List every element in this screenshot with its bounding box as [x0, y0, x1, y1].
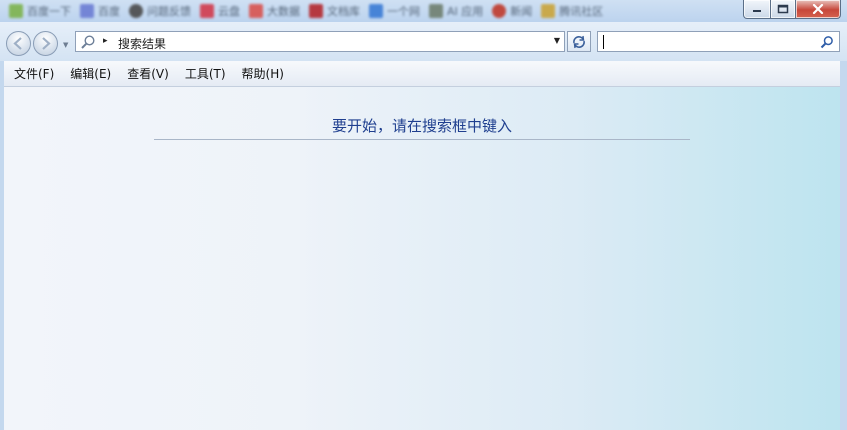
back-button[interactable]: [6, 31, 31, 56]
tab-label: 新闻: [510, 5, 533, 18]
navigation-bar: ▼ ▸ 搜索结果 ▼: [0, 22, 847, 61]
menu-view[interactable]: 查看(V): [127, 65, 169, 82]
tab-app-icon: [541, 4, 556, 18]
window-controls: [743, 0, 841, 19]
taskbar-tab[interactable]: 新闻: [492, 3, 532, 19]
search-icon[interactable]: [820, 35, 834, 52]
prompt-divider: [154, 139, 690, 140]
forward-button[interactable]: [33, 31, 58, 56]
minimize-icon: [753, 10, 761, 12]
menu-help[interactable]: 帮助(H): [242, 65, 284, 82]
text-cursor: [603, 35, 604, 49]
tab-label: 百度一下: [27, 5, 71, 18]
taskbar-tab[interactable]: 百度一下: [9, 3, 71, 19]
search-results-pane: 要开始，请在搜索框中键入: [4, 87, 840, 430]
search-icon: [80, 34, 96, 53]
menu-file[interactable]: 文件(F): [14, 65, 54, 82]
address-text[interactable]: 搜索结果: [118, 35, 166, 52]
search-input[interactable]: [597, 31, 840, 52]
chevron-down-icon[interactable]: ▼: [554, 36, 560, 45]
refresh-icon: [573, 35, 585, 48]
menu-tools[interactable]: 工具(T): [185, 65, 226, 82]
taskbar-tab[interactable]: AI 应用: [429, 3, 483, 19]
tab-label: 大数据: [267, 5, 300, 18]
back-arrow-icon: [13, 37, 22, 50]
taskbar-tab[interactable]: 一个网: [369, 3, 420, 19]
breadcrumb-separator[interactable]: ▸: [103, 36, 108, 46]
tab-app-icon: [200, 4, 214, 18]
tab-label: 一个网: [387, 5, 420, 18]
tab-app-icon: [129, 4, 143, 18]
tab-app-icon: [429, 4, 443, 18]
refresh-button[interactable]: [567, 31, 591, 52]
tab-label: 问题反馈: [147, 5, 191, 18]
taskbar-tab[interactable]: 文档库: [309, 3, 360, 19]
forward-arrow-icon: [42, 37, 51, 50]
search-prompt-text: 要开始，请在搜索框中键入: [331, 117, 512, 135]
close-button[interactable]: [796, 0, 841, 19]
window-frame-right: [840, 61, 847, 430]
address-bar[interactable]: ▸ 搜索结果 ▼: [75, 31, 565, 52]
recent-pages-dropdown-icon[interactable]: ▼: [63, 41, 68, 49]
tab-app-icon: [80, 4, 94, 18]
taskbar-tab[interactable]: 问题反馈: [129, 3, 191, 19]
tab-app-icon: [492, 4, 507, 18]
tab-app-icon: [249, 4, 263, 18]
tab-label: 云盘: [218, 5, 240, 18]
maximize-button[interactable]: [771, 0, 796, 19]
tab-label: 百度: [98, 5, 120, 18]
taskbar-tab[interactable]: 大数据: [249, 3, 300, 19]
title-bar: 百度一下 百度 问题反馈 云盘 大数据 文档库 一个网 AI 应用 新闻 腾讯社…: [0, 0, 847, 22]
menu-edit[interactable]: 编辑(E): [70, 65, 111, 82]
taskbar-tab[interactable]: 腾讯社区: [541, 3, 603, 19]
tab-label: 文档库: [327, 5, 360, 18]
maximize-icon: [777, 4, 789, 14]
tab-app-icon: [9, 4, 23, 18]
tab-label: 腾讯社区: [559, 5, 604, 18]
taskbar-tab[interactable]: 百度: [80, 3, 120, 19]
taskbar-tab[interactable]: 云盘: [200, 3, 240, 19]
minimize-button[interactable]: [743, 0, 771, 19]
menu-bar: 文件(F) 编辑(E) 查看(V) 工具(T) 帮助(H): [4, 61, 840, 87]
taskbar-tab-strip: 百度一下 百度 问题反馈 云盘 大数据 文档库 一个网 AI 应用 新闻 腾讯社…: [0, 0, 740, 22]
tab-app-icon: [369, 4, 383, 18]
tab-app-icon: [309, 4, 323, 18]
tab-label: AI 应用: [447, 5, 484, 18]
close-icon: [812, 4, 824, 14]
